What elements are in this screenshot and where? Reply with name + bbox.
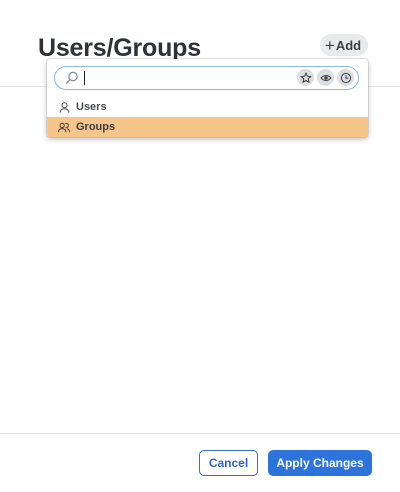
list-item-groups[interactable]: Groups — [47, 117, 368, 137]
cancel-button[interactable]: Cancel — [199, 450, 258, 476]
clock-icon — [340, 72, 351, 83]
user-icon — [57, 100, 71, 114]
favorites-filter-button[interactable] — [297, 69, 314, 86]
apply-changes-button[interactable]: Apply Changes — [268, 450, 372, 476]
list-item-users[interactable]: Users — [47, 97, 368, 117]
eye-icon — [319, 74, 332, 81]
plus-icon: + — [324, 35, 335, 55]
search-icon — [65, 71, 78, 84]
add-button-label: Add — [335, 37, 362, 53]
users-groups-dialog: Users/Groups + Add Users Groups Cancel A… — [0, 0, 400, 492]
add-button[interactable]: + Add — [320, 34, 368, 56]
recent-filter-button[interactable] — [337, 69, 354, 86]
star-icon — [300, 72, 311, 83]
group-icon — [57, 120, 71, 134]
list-item-label: Groups — [76, 121, 116, 133]
search-field[interactable] — [54, 66, 359, 90]
list-item-label: Users — [76, 101, 107, 113]
watching-filter-button[interactable] — [317, 69, 334, 86]
user-group-dropdown: Users Groups — [47, 59, 368, 137]
footer-divider — [0, 433, 400, 434]
text-caret — [84, 71, 85, 85]
